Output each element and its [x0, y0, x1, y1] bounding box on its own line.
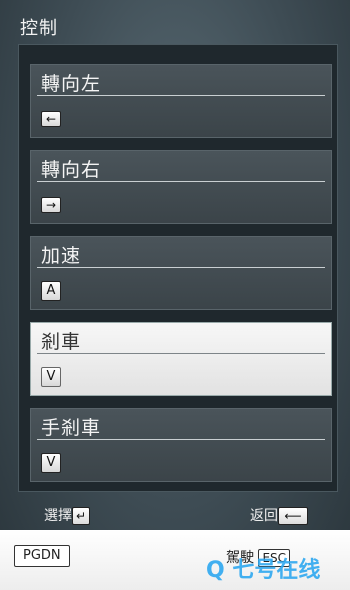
- site-watermark-logo: Q 七号在线: [206, 558, 321, 583]
- select-hint[interactable]: 選擇 ↵: [44, 505, 91, 525]
- key-binding-arrow-left[interactable]: ←: [41, 111, 62, 127]
- select-hint-label: 選擇: [44, 508, 72, 524]
- key-binding-v[interactable]: V: [41, 453, 61, 473]
- key-binding-a[interactable]: A: [41, 281, 61, 301]
- divider: [37, 181, 325, 182]
- pgdn-button[interactable]: PGDN: [14, 545, 70, 567]
- backspace-key-icon: ⟵: [278, 507, 308, 525]
- control-label: 剎車: [41, 331, 82, 353]
- back-hint-label: 返回: [250, 508, 278, 524]
- control-label: 加速: [41, 245, 82, 267]
- control-row-steer-right[interactable]: 轉向右 →: [30, 150, 332, 224]
- enter-key-icon: ↵: [72, 507, 91, 525]
- back-hint[interactable]: 返回 ⟵: [250, 505, 308, 525]
- page-title: 控制: [20, 18, 58, 39]
- key-binding-arrow-right[interactable]: →: [41, 197, 62, 213]
- control-row-accelerate[interactable]: 加速 A: [30, 236, 332, 310]
- divider: [37, 267, 325, 268]
- control-label: 手剎車: [41, 417, 102, 439]
- control-label: 轉向右: [41, 159, 102, 181]
- divider: [37, 353, 325, 354]
- divider: [37, 95, 325, 96]
- control-row-steer-left[interactable]: 轉向左 ←: [30, 64, 332, 138]
- control-label: 轉向左: [41, 73, 102, 95]
- control-row-handbrake[interactable]: 手剎車 V: [30, 408, 332, 482]
- key-binding-v[interactable]: V: [41, 367, 61, 387]
- control-row-brake[interactable]: 剎車 V: [30, 322, 332, 396]
- divider: [37, 439, 325, 440]
